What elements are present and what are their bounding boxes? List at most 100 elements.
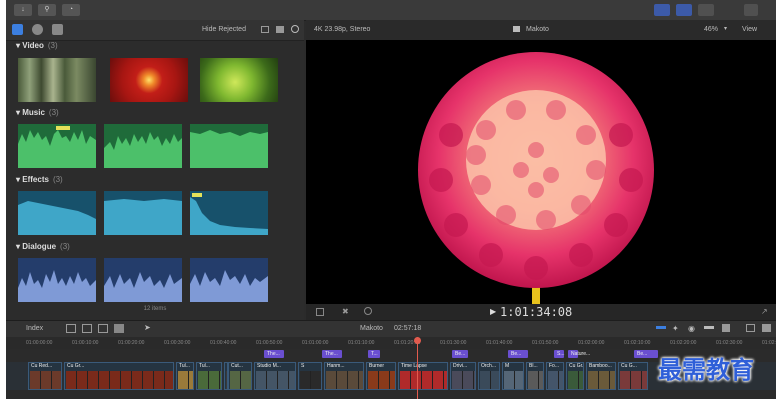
skimming-icon[interactable] <box>656 326 666 329</box>
timeline-clip[interactable]: S <box>298 362 322 390</box>
dialogue-clip-1[interactable] <box>18 258 96 302</box>
crop-icon[interactable]: ✖ <box>342 307 349 316</box>
disclosure-triangle-icon[interactable]: ▾ <box>16 242 20 251</box>
timeline-clip[interactable]: Time Lapse <box>398 362 448 390</box>
solo-icon[interactable]: ◉ <box>688 324 695 333</box>
clip-name: S <box>301 363 305 369</box>
timeline-clip[interactable]: Bl... <box>526 362 544 390</box>
keywords-button[interactable]: ⚲ <box>38 4 56 16</box>
dialogue-clip-2[interactable] <box>104 258 182 302</box>
share-button[interactable] <box>744 4 758 16</box>
connected-clip[interactable]: Be... <box>508 350 528 358</box>
effects-clip-3[interactable] <box>190 191 268 235</box>
clip-name: Studio M... <box>257 363 281 369</box>
clip-name: Cu Gr... <box>67 363 85 369</box>
import-button[interactable]: ↓ <box>14 4 32 16</box>
timeline-clip[interactable]: Hanm... <box>324 362 364 390</box>
timeline-clip[interactable]: Bamboo... <box>586 362 616 390</box>
timeline-clip[interactable]: Cu Gr... <box>566 362 584 390</box>
layout-browser-button[interactable] <box>654 4 670 16</box>
speed-icon[interactable] <box>364 307 372 315</box>
transform-icon[interactable] <box>316 308 324 316</box>
view-menu[interactable]: View <box>742 26 757 33</box>
transitions-browser-icon[interactable] <box>762 324 771 332</box>
photos-icon[interactable] <box>32 24 43 35</box>
category-video[interactable]: ▾ Video (3) <box>16 41 58 50</box>
effects-clip-2[interactable] <box>104 191 182 235</box>
clip-filmstrip <box>300 371 321 389</box>
playhead[interactable] <box>417 337 418 399</box>
snapping-icon[interactable] <box>704 326 714 329</box>
overwrite-clip-icon[interactable] <box>98 324 108 333</box>
select-tool-icon[interactable]: ➤ <box>144 323 151 332</box>
clip-filmstrip <box>198 371 221 389</box>
index-button[interactable]: Index <box>26 325 43 332</box>
timeline-clip[interactable]: Orch... <box>478 362 500 390</box>
insert-clip-icon[interactable] <box>82 324 92 333</box>
append-clip-icon[interactable] <box>66 324 76 333</box>
connected-clip[interactable]: S... <box>554 350 565 358</box>
libraries-icon[interactable] <box>12 24 23 35</box>
clip-filmstrip <box>230 371 251 389</box>
connected-clip[interactable]: T... <box>368 350 380 358</box>
effects-clip-1[interactable] <box>18 191 96 235</box>
video-thumbnail-forest[interactable] <box>18 58 96 102</box>
music-clip-1[interactable] <box>18 124 96 168</box>
music-clip-2[interactable] <box>104 124 182 168</box>
fullscreen-icon[interactable]: ↗ <box>761 307 768 316</box>
category-music[interactable]: ▾ Music (3) <box>16 108 59 117</box>
layout-inspector-button[interactable] <box>698 4 714 16</box>
zoom-dropdown[interactable]: 46% <box>704 26 718 33</box>
edit-options-icon[interactable] <box>114 324 124 333</box>
timeline-clip[interactable]: Fo... <box>546 362 564 390</box>
media-browser: Hide Rejected ▾ Video (3) ▾ Music (3) ▾ … <box>6 20 304 320</box>
disclosure-triangle-icon[interactable]: ▾ <box>16 41 20 50</box>
video-thumbnail-green-plant[interactable] <box>200 58 278 102</box>
timeline-clip[interactable]: Drivi... <box>450 362 476 390</box>
disclosure-triangle-icon[interactable]: ▾ <box>16 108 20 117</box>
timeline-clip[interactable]: M <box>502 362 524 390</box>
effects-browser-icon[interactable] <box>746 324 755 332</box>
ruler-tick-label: 01:01:00:00 <box>302 340 329 346</box>
audio-skimming-icon[interactable]: ✦ <box>672 324 679 333</box>
background-tasks-button[interactable]: ◔ <box>62 4 80 16</box>
connected-clip[interactable]: Nature... <box>568 350 590 358</box>
disclosure-triangle-icon[interactable]: ▾ <box>16 175 20 184</box>
titles-icon[interactable] <box>52 24 63 35</box>
layout-timeline-button[interactable] <box>676 4 692 16</box>
connected-clip[interactable]: Be... <box>452 350 468 358</box>
filmstrip-view-icon[interactable] <box>261 26 269 33</box>
timecode-display[interactable]: 1:01:34:08 <box>500 305 572 319</box>
play-button[interactable]: ▶ <box>490 307 496 316</box>
category-effects[interactable]: ▾ Effects (3) <box>16 175 63 184</box>
timeline-clip[interactable]: Cu Gr... <box>64 362 174 390</box>
timeline-clip[interactable]: Cu G... <box>618 362 648 390</box>
timeline-ruler[interactable]: 01:00:00:00 01:00:10:00 01:00:20:00 01:00:3… <box>6 337 776 349</box>
clip-filmstrip <box>326 371 363 389</box>
timeline-clip[interactable]: Studio M... <box>254 362 296 390</box>
timeline-clip[interactable]: Tul... <box>196 362 222 390</box>
filter-dropdown[interactable]: Hide Rejected <box>202 26 246 33</box>
clip-name: Burner <box>369 363 385 369</box>
ruler-tick-label: 01:00:50:00 <box>256 340 283 346</box>
clip-filmstrip <box>620 371 647 389</box>
viewer-toolbar: 4K 23.98p, Stereo Makoto 46% ▾ View <box>306 20 776 40</box>
search-icon[interactable] <box>291 25 299 33</box>
timeline-clip[interactable]: Cut... <box>228 362 252 390</box>
timeline-clip[interactable]: Burner <box>366 362 396 390</box>
playhead-handle[interactable] <box>414 337 421 344</box>
clip-name: Drivi... <box>453 363 468 369</box>
viewer: 4K 23.98p, Stereo Makoto 46% ▾ View ✖ ▶ … <box>306 20 776 320</box>
music-clip-3[interactable] <box>190 124 268 168</box>
timeline-clip[interactable]: Tul... <box>176 362 194 390</box>
clip-filmstrip <box>480 371 499 389</box>
timeline-clip[interactable]: Cu Red... <box>28 362 62 390</box>
connected-clip[interactable]: Be... <box>634 350 658 358</box>
connected-clip[interactable]: The... <box>322 350 342 358</box>
video-thumbnail-red-flower[interactable] <box>110 58 188 102</box>
category-dialogue[interactable]: ▾ Dialogue (3) <box>16 242 70 251</box>
clip-appearance-icon[interactable] <box>722 324 730 332</box>
connected-clip[interactable]: The... <box>264 350 284 358</box>
dialogue-clip-3[interactable] <box>190 258 268 302</box>
clip-appearance-icon[interactable] <box>276 26 284 33</box>
